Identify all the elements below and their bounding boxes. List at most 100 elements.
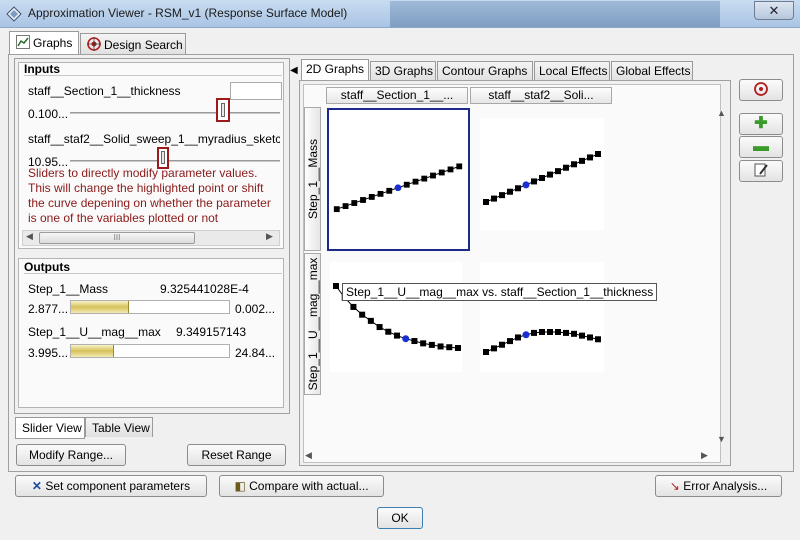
data-point (579, 157, 585, 164)
param-slider-track[interactable] (70, 112, 280, 114)
data-point (491, 345, 497, 352)
column-header: staff__Section_1__... (326, 87, 468, 104)
data-point (412, 178, 419, 185)
data-point (571, 330, 577, 337)
data-point (491, 195, 497, 202)
data-point (367, 317, 374, 324)
plot-series (333, 163, 463, 213)
output-bar-fill (71, 301, 130, 313)
output-current-value: 9.325441028E-4 (160, 282, 249, 296)
data-point (420, 340, 427, 347)
error-analysis-label: Error Analysis... (683, 479, 768, 493)
data-point (359, 311, 366, 318)
error-analysis-button[interactable]: ↘ Error Analysis... (655, 475, 782, 497)
graph-horizontal-scrollbar[interactable]: ◀ ▶ (303, 450, 715, 464)
data-point (539, 329, 545, 335)
minus-icon: ▬ (753, 138, 769, 155)
scroll-right-arrow-icon[interactable]: ▶ (266, 231, 273, 242)
output-bar (70, 300, 230, 314)
compare-label: Compare with actual... (249, 479, 369, 493)
compare-with-actual-button[interactable]: ◧ Compare with actual... (219, 475, 384, 497)
remove-graph-button[interactable]: ▬ (739, 136, 783, 158)
output-name: Step_1__Mass (28, 282, 109, 296)
plot-mass-vs-radius[interactable] (480, 118, 604, 230)
output-min: 2.877... (28, 302, 69, 316)
graph-tab-2d-graphs[interactable]: 2D Graphs (301, 59, 369, 81)
highlighted-point[interactable] (522, 181, 530, 189)
plot-umag-vs-thickness[interactable] (330, 262, 462, 372)
compare-icon: ◧ (234, 479, 246, 493)
param-slider-track[interactable] (70, 160, 280, 162)
target-settings-button[interactable] (739, 79, 783, 101)
add-graph-button[interactable]: ✚ (739, 113, 783, 135)
scroll-left-arrow-icon[interactable]: ◀ (305, 450, 312, 461)
data-point (455, 345, 461, 351)
inputs-horizontal-scrollbar[interactable]: ◀ III ▶ (22, 230, 280, 246)
plot-mass-vs-thickness[interactable] (327, 108, 470, 251)
highlighted-point[interactable] (402, 335, 410, 343)
graph-vertical-scrollbar[interactable]: ▲ ▼ (715, 108, 729, 448)
graph-tab-contour-graphs[interactable]: Contour Graphs (437, 61, 533, 81)
chart-icon (16, 35, 30, 49)
graph-tab-local-effects[interactable]: Local Effects (534, 61, 610, 81)
edit-graph-button[interactable] (739, 160, 783, 182)
plot-series (483, 329, 601, 355)
data-point (377, 190, 384, 197)
tab-table-view[interactable]: Table View (85, 417, 153, 437)
modify-range-button[interactable]: Modify Range... (16, 444, 126, 466)
column-header: staff__staf2__Soli... (470, 87, 612, 104)
scroll-grip-icon: III (113, 233, 121, 242)
data-point (428, 341, 435, 348)
scroll-down-arrow-icon[interactable]: ▼ (717, 434, 726, 444)
data-point (394, 332, 400, 339)
row-header-label: Step_1__U__mag__max (306, 257, 320, 391)
data-point (333, 206, 340, 213)
data-point (579, 332, 585, 339)
data-point (587, 154, 593, 161)
param-name: staff__staf2__Solid_sweep_1__myradius_sk… (28, 132, 280, 146)
data-point (446, 344, 453, 351)
tab-graphs[interactable]: Graphs (9, 31, 79, 55)
data-point (515, 334, 521, 341)
data-point (333, 283, 339, 289)
data-point (385, 328, 392, 335)
plot-series (483, 151, 601, 205)
scroll-thumb[interactable]: III (39, 232, 195, 244)
param-name: staff__Section_1__thickness (28, 84, 181, 98)
highlighted-point[interactable] (394, 184, 402, 192)
data-point (360, 197, 366, 203)
data-point (456, 163, 463, 170)
data-point (350, 303, 357, 310)
plot-umag-vs-radius[interactable] (480, 262, 604, 372)
close-icon: ✕ (768, 3, 780, 18)
param-value-field[interactable] (230, 82, 282, 100)
tools-icon: ✕ (31, 479, 42, 493)
tab-design-search[interactable]: Design Search (80, 33, 186, 55)
data-point (563, 329, 569, 336)
ok-button[interactable]: OK (377, 507, 423, 529)
scroll-up-arrow-icon[interactable]: ▲ (717, 108, 726, 118)
data-point (351, 200, 358, 206)
graph-tab-3d-graphs[interactable]: 3D Graphs (370, 61, 436, 81)
collapse-arrow-icon[interactable]: ◀ (290, 60, 298, 82)
param-slider-thumb[interactable] (216, 98, 230, 122)
set-component-parameters-button[interactable]: ✕ Set component parameters (15, 475, 207, 497)
data-point (595, 151, 601, 157)
graph-tab-global-effects[interactable]: Global Effects (611, 61, 693, 81)
scroll-left-arrow-icon[interactable]: ◀ (26, 231, 33, 242)
data-point (587, 334, 593, 341)
highlighted-point[interactable] (522, 331, 530, 339)
data-point (368, 194, 375, 200)
reset-range-button[interactable]: Reset Range (187, 444, 286, 466)
data-point (499, 341, 505, 348)
scroll-right-arrow-icon[interactable]: ▶ (701, 450, 708, 461)
tab-slider-view[interactable]: Slider View (15, 417, 85, 439)
data-point (438, 169, 445, 176)
output-min: 3.995... (28, 346, 69, 360)
data-point (483, 349, 489, 355)
edit-icon (754, 163, 768, 177)
close-button[interactable]: ✕ (754, 1, 794, 20)
data-point (507, 338, 513, 345)
row-header: Step_1__U__mag__max (304, 253, 321, 395)
data-point (555, 168, 561, 175)
